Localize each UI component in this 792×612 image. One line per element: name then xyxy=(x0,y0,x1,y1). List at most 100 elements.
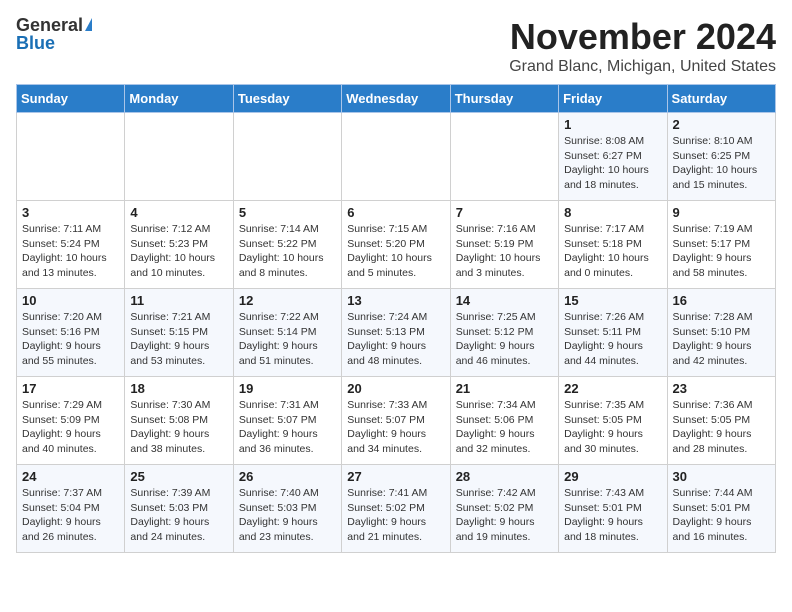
day-number: 26 xyxy=(239,469,336,484)
day-info: Sunrise: 7:20 AM Sunset: 5:16 PM Dayligh… xyxy=(22,310,119,369)
day-of-week-header: Monday xyxy=(125,85,233,113)
day-info: Sunrise: 7:34 AM Sunset: 5:06 PM Dayligh… xyxy=(456,398,553,457)
day-info: Sunrise: 8:10 AM Sunset: 6:25 PM Dayligh… xyxy=(673,134,770,193)
calendar-header-row: SundayMondayTuesdayWednesdayThursdayFrid… xyxy=(17,85,776,113)
calendar-cell: 14 Sunrise: 7:25 AM Sunset: 5:12 PM Dayli… xyxy=(450,289,558,377)
day-info: Sunrise: 7:40 AM Sunset: 5:03 PM Dayligh… xyxy=(239,486,336,545)
day-info: Sunrise: 7:22 AM Sunset: 5:14 PM Dayligh… xyxy=(239,310,336,369)
day-info: Sunrise: 7:36 AM Sunset: 5:05 PM Dayligh… xyxy=(673,398,770,457)
day-number: 20 xyxy=(347,381,444,396)
day-info: Sunrise: 7:42 AM Sunset: 5:02 PM Dayligh… xyxy=(456,486,553,545)
day-number: 3 xyxy=(22,205,119,220)
day-info: Sunrise: 7:43 AM Sunset: 5:01 PM Dayligh… xyxy=(564,486,661,545)
day-info: Sunrise: 7:24 AM Sunset: 5:13 PM Dayligh… xyxy=(347,310,444,369)
day-info: Sunrise: 7:39 AM Sunset: 5:03 PM Dayligh… xyxy=(130,486,227,545)
calendar-cell: 26 Sunrise: 7:40 AM Sunset: 5:03 PM Dayli… xyxy=(233,465,341,553)
calendar-cell: 19 Sunrise: 7:31 AM Sunset: 5:07 PM Dayli… xyxy=(233,377,341,465)
logo-general-text: General xyxy=(16,16,83,34)
day-info: Sunrise: 7:29 AM Sunset: 5:09 PM Dayligh… xyxy=(22,398,119,457)
calendar-cell: 7Sunrise: 7:16 AM Sunset: 5:19 PM Daylig… xyxy=(450,201,558,289)
day-of-week-header: Friday xyxy=(559,85,667,113)
day-info: Sunrise: 7:11 AM Sunset: 5:24 PM Dayligh… xyxy=(22,222,119,281)
calendar-cell: 16Sunrise: 7:28 AM Sunset: 5:10 PM Dayli… xyxy=(667,289,775,377)
day-info: Sunrise: 7:17 AM Sunset: 5:18 PM Dayligh… xyxy=(564,222,661,281)
calendar-cell: 27 Sunrise: 7:41 AM Sunset: 5:02 PM Dayli… xyxy=(342,465,450,553)
calendar-cell: 22 Sunrise: 7:35 AM Sunset: 5:05 PM Dayli… xyxy=(559,377,667,465)
day-info: Sunrise: 8:08 AM Sunset: 6:27 PM Dayligh… xyxy=(564,134,661,193)
calendar-week-row: 3 Sunrise: 7:11 AM Sunset: 5:24 PM Daylig… xyxy=(17,201,776,289)
location-title: Grand Blanc, Michigan, United States xyxy=(509,58,776,76)
day-number: 9 xyxy=(673,205,770,220)
calendar-cell: 29 Sunrise: 7:43 AM Sunset: 5:01 PM Dayli… xyxy=(559,465,667,553)
day-number: 1 xyxy=(564,117,661,132)
calendar-cell: 12 Sunrise: 7:22 AM Sunset: 5:14 PM Dayli… xyxy=(233,289,341,377)
day-number: 19 xyxy=(239,381,336,396)
day-number: 13 xyxy=(347,293,444,308)
day-number: 21 xyxy=(456,381,553,396)
day-info: Sunrise: 7:28 AM Sunset: 5:10 PM Dayligh… xyxy=(673,310,770,369)
day-number: 2 xyxy=(673,117,770,132)
day-number: 6 xyxy=(347,205,444,220)
calendar-cell: 25 Sunrise: 7:39 AM Sunset: 5:03 PM Dayli… xyxy=(125,465,233,553)
logo: General Blue xyxy=(16,16,92,52)
day-number: 25 xyxy=(130,469,227,484)
day-info: Sunrise: 7:41 AM Sunset: 5:02 PM Dayligh… xyxy=(347,486,444,545)
day-info: Sunrise: 7:30 AM Sunset: 5:08 PM Dayligh… xyxy=(130,398,227,457)
day-of-week-header: Wednesday xyxy=(342,85,450,113)
day-number: 29 xyxy=(564,469,661,484)
day-number: 27 xyxy=(347,469,444,484)
calendar-table: SundayMondayTuesdayWednesdayThursdayFrid… xyxy=(16,84,776,553)
calendar-cell: 10 Sunrise: 7:20 AM Sunset: 5:16 PM Dayli… xyxy=(17,289,125,377)
month-title: November 2024 xyxy=(509,16,776,58)
day-number: 23 xyxy=(673,381,770,396)
day-info: Sunrise: 7:31 AM Sunset: 5:07 PM Dayligh… xyxy=(239,398,336,457)
day-number: 15 xyxy=(564,293,661,308)
calendar-cell: 23 Sunrise: 7:36 AM Sunset: 5:05 PM Dayli… xyxy=(667,377,775,465)
calendar-body: 1 Sunrise: 8:08 AM Sunset: 6:27 PM Daylig… xyxy=(17,113,776,553)
day-info: Sunrise: 7:35 AM Sunset: 5:05 PM Dayligh… xyxy=(564,398,661,457)
title-section: November 2024 Grand Blanc, Michigan, Uni… xyxy=(509,16,776,76)
day-info: Sunrise: 7:21 AM Sunset: 5:15 PM Dayligh… xyxy=(130,310,227,369)
day-number: 18 xyxy=(130,381,227,396)
day-info: Sunrise: 7:44 AM Sunset: 5:01 PM Dayligh… xyxy=(673,486,770,545)
calendar-cell: 20 Sunrise: 7:33 AM Sunset: 5:07 PM Dayli… xyxy=(342,377,450,465)
calendar-cell: 11 Sunrise: 7:21 AM Sunset: 5:15 PM Dayli… xyxy=(125,289,233,377)
day-info: Sunrise: 7:26 AM Sunset: 5:11 PM Dayligh… xyxy=(564,310,661,369)
calendar-cell xyxy=(450,113,558,201)
day-info: Sunrise: 7:33 AM Sunset: 5:07 PM Dayligh… xyxy=(347,398,444,457)
day-number: 11 xyxy=(130,293,227,308)
day-number: 10 xyxy=(22,293,119,308)
day-number: 12 xyxy=(239,293,336,308)
day-number: 4 xyxy=(130,205,227,220)
calendar-week-row: 17 Sunrise: 7:29 AM Sunset: 5:09 PM Dayli… xyxy=(17,377,776,465)
day-number: 7 xyxy=(456,205,553,220)
calendar-cell: 18 Sunrise: 7:30 AM Sunset: 5:08 PM Dayli… xyxy=(125,377,233,465)
day-number: 5 xyxy=(239,205,336,220)
calendar-cell: 17 Sunrise: 7:29 AM Sunset: 5:09 PM Dayli… xyxy=(17,377,125,465)
day-info: Sunrise: 7:19 AM Sunset: 5:17 PM Dayligh… xyxy=(673,222,770,281)
day-of-week-header: Sunday xyxy=(17,85,125,113)
calendar-cell xyxy=(233,113,341,201)
day-number: 24 xyxy=(22,469,119,484)
calendar-cell: 9 Sunrise: 7:19 AM Sunset: 5:17 PM Daylig… xyxy=(667,201,775,289)
calendar-cell: 28 Sunrise: 7:42 AM Sunset: 5:02 PM Dayli… xyxy=(450,465,558,553)
calendar-cell: 15 Sunrise: 7:26 AM Sunset: 5:11 PM Dayli… xyxy=(559,289,667,377)
day-info: Sunrise: 7:15 AM Sunset: 5:20 PM Dayligh… xyxy=(347,222,444,281)
page-header: General Blue November 2024 Grand Blanc, … xyxy=(16,16,776,76)
calendar-cell: 3 Sunrise: 7:11 AM Sunset: 5:24 PM Daylig… xyxy=(17,201,125,289)
calendar-cell: 24Sunrise: 7:37 AM Sunset: 5:04 PM Dayli… xyxy=(17,465,125,553)
day-number: 17 xyxy=(22,381,119,396)
day-number: 22 xyxy=(564,381,661,396)
day-number: 8 xyxy=(564,205,661,220)
day-info: Sunrise: 7:25 AM Sunset: 5:12 PM Dayligh… xyxy=(456,310,553,369)
day-of-week-header: Thursday xyxy=(450,85,558,113)
day-number: 28 xyxy=(456,469,553,484)
calendar-cell: 5Sunrise: 7:14 AM Sunset: 5:22 PM Daylig… xyxy=(233,201,341,289)
calendar-cell xyxy=(125,113,233,201)
calendar-cell xyxy=(342,113,450,201)
calendar-cell: 13 Sunrise: 7:24 AM Sunset: 5:13 PM Dayli… xyxy=(342,289,450,377)
calendar-week-row: 10 Sunrise: 7:20 AM Sunset: 5:16 PM Dayli… xyxy=(17,289,776,377)
day-number: 14 xyxy=(456,293,553,308)
calendar-week-row: 24Sunrise: 7:37 AM Sunset: 5:04 PM Dayli… xyxy=(17,465,776,553)
logo-blue-text: Blue xyxy=(16,34,55,52)
